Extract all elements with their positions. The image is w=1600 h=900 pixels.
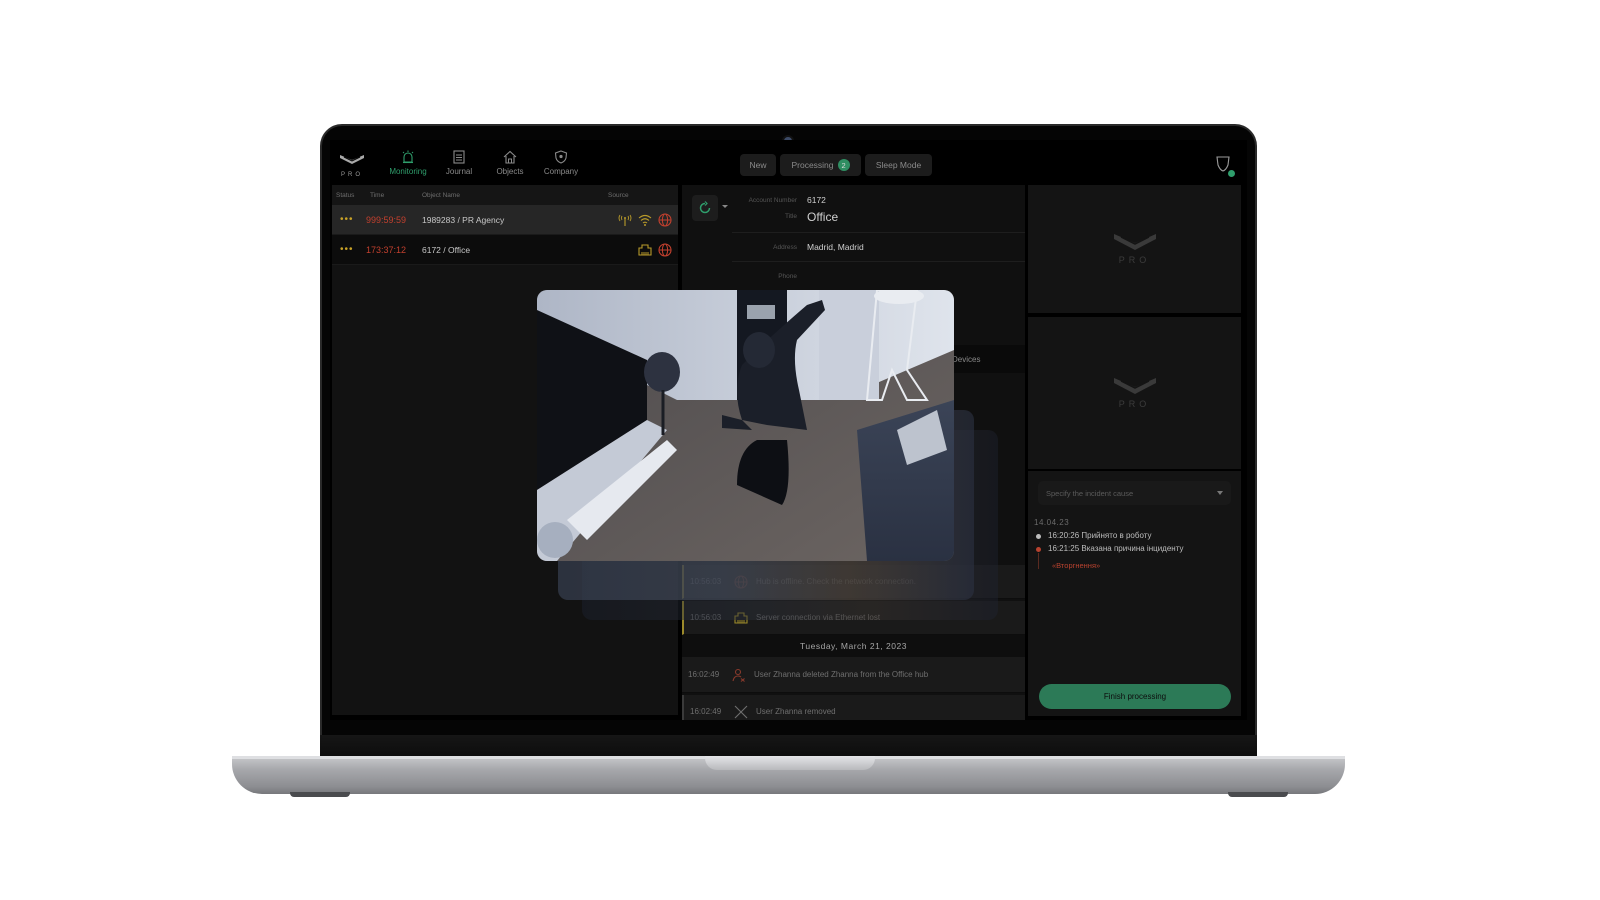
camera-video-snapshot[interactable] bbox=[537, 290, 954, 561]
logo-text: PRO bbox=[340, 172, 363, 178]
user-remove-icon bbox=[732, 668, 745, 682]
title-value: Office bbox=[807, 210, 839, 224]
nav-objects-label: Objects bbox=[496, 167, 524, 176]
tab-sleep-mode[interactable]: Sleep Mode bbox=[865, 154, 932, 176]
laptop-foot bbox=[1228, 792, 1288, 797]
account-number-label: Account Number bbox=[748, 197, 797, 204]
online-status-dot bbox=[1228, 170, 1235, 177]
tab-new[interactable]: New bbox=[740, 154, 776, 176]
incident-sources bbox=[618, 212, 678, 227]
incident-cause-placeholder: Specify the incident cause bbox=[1046, 488, 1134, 498]
incident-object: 1989283 / PR Agency bbox=[422, 214, 505, 225]
nav-monitoring-label: Monitoring bbox=[389, 167, 427, 176]
tab-processing-label: Processing bbox=[791, 160, 834, 170]
pro-logo-icon bbox=[1113, 378, 1156, 394]
account-number-value: 6172 bbox=[807, 195, 826, 205]
app-logo[interactable]: PRO bbox=[338, 152, 366, 178]
col-source[interactable]: Source bbox=[608, 192, 629, 199]
col-status[interactable]: Status bbox=[332, 192, 366, 199]
log-date: 14.04.23 bbox=[1034, 518, 1070, 527]
journal-icon bbox=[453, 150, 465, 164]
log-entry: 16:20:26 Прийнято в роботу bbox=[1048, 531, 1152, 540]
incident-object: 6172 / Office bbox=[422, 244, 471, 255]
divider bbox=[732, 232, 1025, 233]
event-text: User Zhanna deleted Zhanna from the Offi… bbox=[754, 670, 929, 679]
refresh-button[interactable] bbox=[692, 195, 718, 221]
nav-journal[interactable]: Journal bbox=[434, 150, 484, 176]
address-value: Madrid, Madrid bbox=[807, 242, 864, 252]
incident-sources bbox=[638, 242, 678, 257]
camera-placeholder-text: PRO bbox=[1118, 255, 1151, 265]
incident-time: 173:37:12 bbox=[366, 244, 407, 255]
incident-row[interactable]: ••• 999:59:59 1989283 / PR Agency bbox=[332, 205, 678, 235]
incident-row[interactable]: ••• 173:37:12 6172 / Office bbox=[332, 235, 678, 265]
radio-antenna-icon bbox=[618, 214, 632, 226]
incident-time: 999:59:59 bbox=[366, 214, 407, 225]
phone-label: Phone bbox=[778, 273, 797, 280]
event-time: 16:02:49 bbox=[688, 670, 720, 679]
log-dot bbox=[1036, 547, 1041, 552]
title-label: Title bbox=[784, 213, 797, 220]
ethernet-icon bbox=[638, 243, 652, 256]
tab-new-label: New bbox=[749, 160, 767, 170]
event-text: User Zhanna removed bbox=[756, 707, 836, 716]
account-shield-icon[interactable] bbox=[1216, 156, 1230, 172]
refresh-icon bbox=[699, 201, 711, 214]
globe-icon bbox=[658, 242, 672, 257]
laptop-notch bbox=[705, 756, 875, 770]
wifi-icon bbox=[638, 214, 652, 226]
camera-tile[interactable]: PRO bbox=[1028, 317, 1241, 469]
refresh-dropdown-caret[interactable] bbox=[722, 205, 728, 208]
pro-logo-icon bbox=[1113, 234, 1156, 250]
address-label: Address bbox=[773, 244, 797, 251]
event-time: 16:02:49 bbox=[690, 707, 722, 716]
nav-journal-label: Journal bbox=[445, 167, 473, 176]
date-separator: Tuesday, March 21, 2023 bbox=[682, 635, 1025, 657]
incident-cause-select[interactable]: Specify the incident cause bbox=[1038, 481, 1231, 505]
top-nav: PRO Monitoring Journal Objects Company N… bbox=[330, 140, 1247, 185]
incident-cause-value: «Вторгнення» bbox=[1052, 561, 1101, 570]
laptop-foot bbox=[290, 792, 350, 797]
nav-company[interactable]: Company bbox=[536, 150, 586, 176]
tab-processing[interactable]: Processing 2 bbox=[780, 154, 861, 176]
chevron-down-icon bbox=[1217, 491, 1223, 495]
log-connector bbox=[1038, 553, 1039, 569]
house-icon bbox=[503, 150, 517, 164]
col-object-name[interactable]: Object Name bbox=[422, 192, 608, 199]
close-icon bbox=[734, 705, 748, 718]
nav-company-label: Company bbox=[543, 167, 579, 176]
shield-star-icon bbox=[554, 150, 568, 164]
divider bbox=[732, 261, 1025, 262]
pro-logo-icon bbox=[340, 155, 364, 164]
incident-processing-panel: Specify the incident cause 14.04.23 16:2… bbox=[1028, 471, 1241, 716]
camera-tile[interactable]: PRO bbox=[1028, 185, 1241, 313]
status-dots: ••• bbox=[340, 214, 354, 225]
status-dots: ••• bbox=[340, 244, 354, 255]
processing-count-badge: 2 bbox=[837, 159, 850, 171]
siren-icon bbox=[402, 150, 414, 164]
finish-processing-button[interactable]: Finish processing bbox=[1039, 684, 1231, 709]
tab-devices[interactable]: Devices bbox=[952, 355, 980, 364]
nav-objects[interactable]: Objects bbox=[485, 150, 535, 176]
col-time[interactable]: Time bbox=[366, 192, 422, 199]
list-header: Status Time Object Name Source bbox=[332, 185, 678, 205]
camera-placeholder-text: PRO bbox=[1118, 399, 1151, 409]
camera-frame-image bbox=[537, 290, 954, 561]
globe-icon bbox=[658, 212, 672, 227]
nav-monitoring[interactable]: Monitoring bbox=[383, 150, 433, 176]
event-row[interactable]: 16:02:49 User Zhanna deleted Zhanna from… bbox=[682, 657, 1025, 693]
log-dot bbox=[1036, 534, 1041, 539]
event-row[interactable]: 16:02:49 User Zhanna removed bbox=[682, 695, 1025, 720]
tab-sleep-mode-label: Sleep Mode bbox=[875, 160, 922, 170]
app-screen: PRO Monitoring Journal Objects Company N… bbox=[330, 140, 1247, 720]
log-entry: 16:21:25 Вказана причина інциденту bbox=[1048, 544, 1184, 553]
